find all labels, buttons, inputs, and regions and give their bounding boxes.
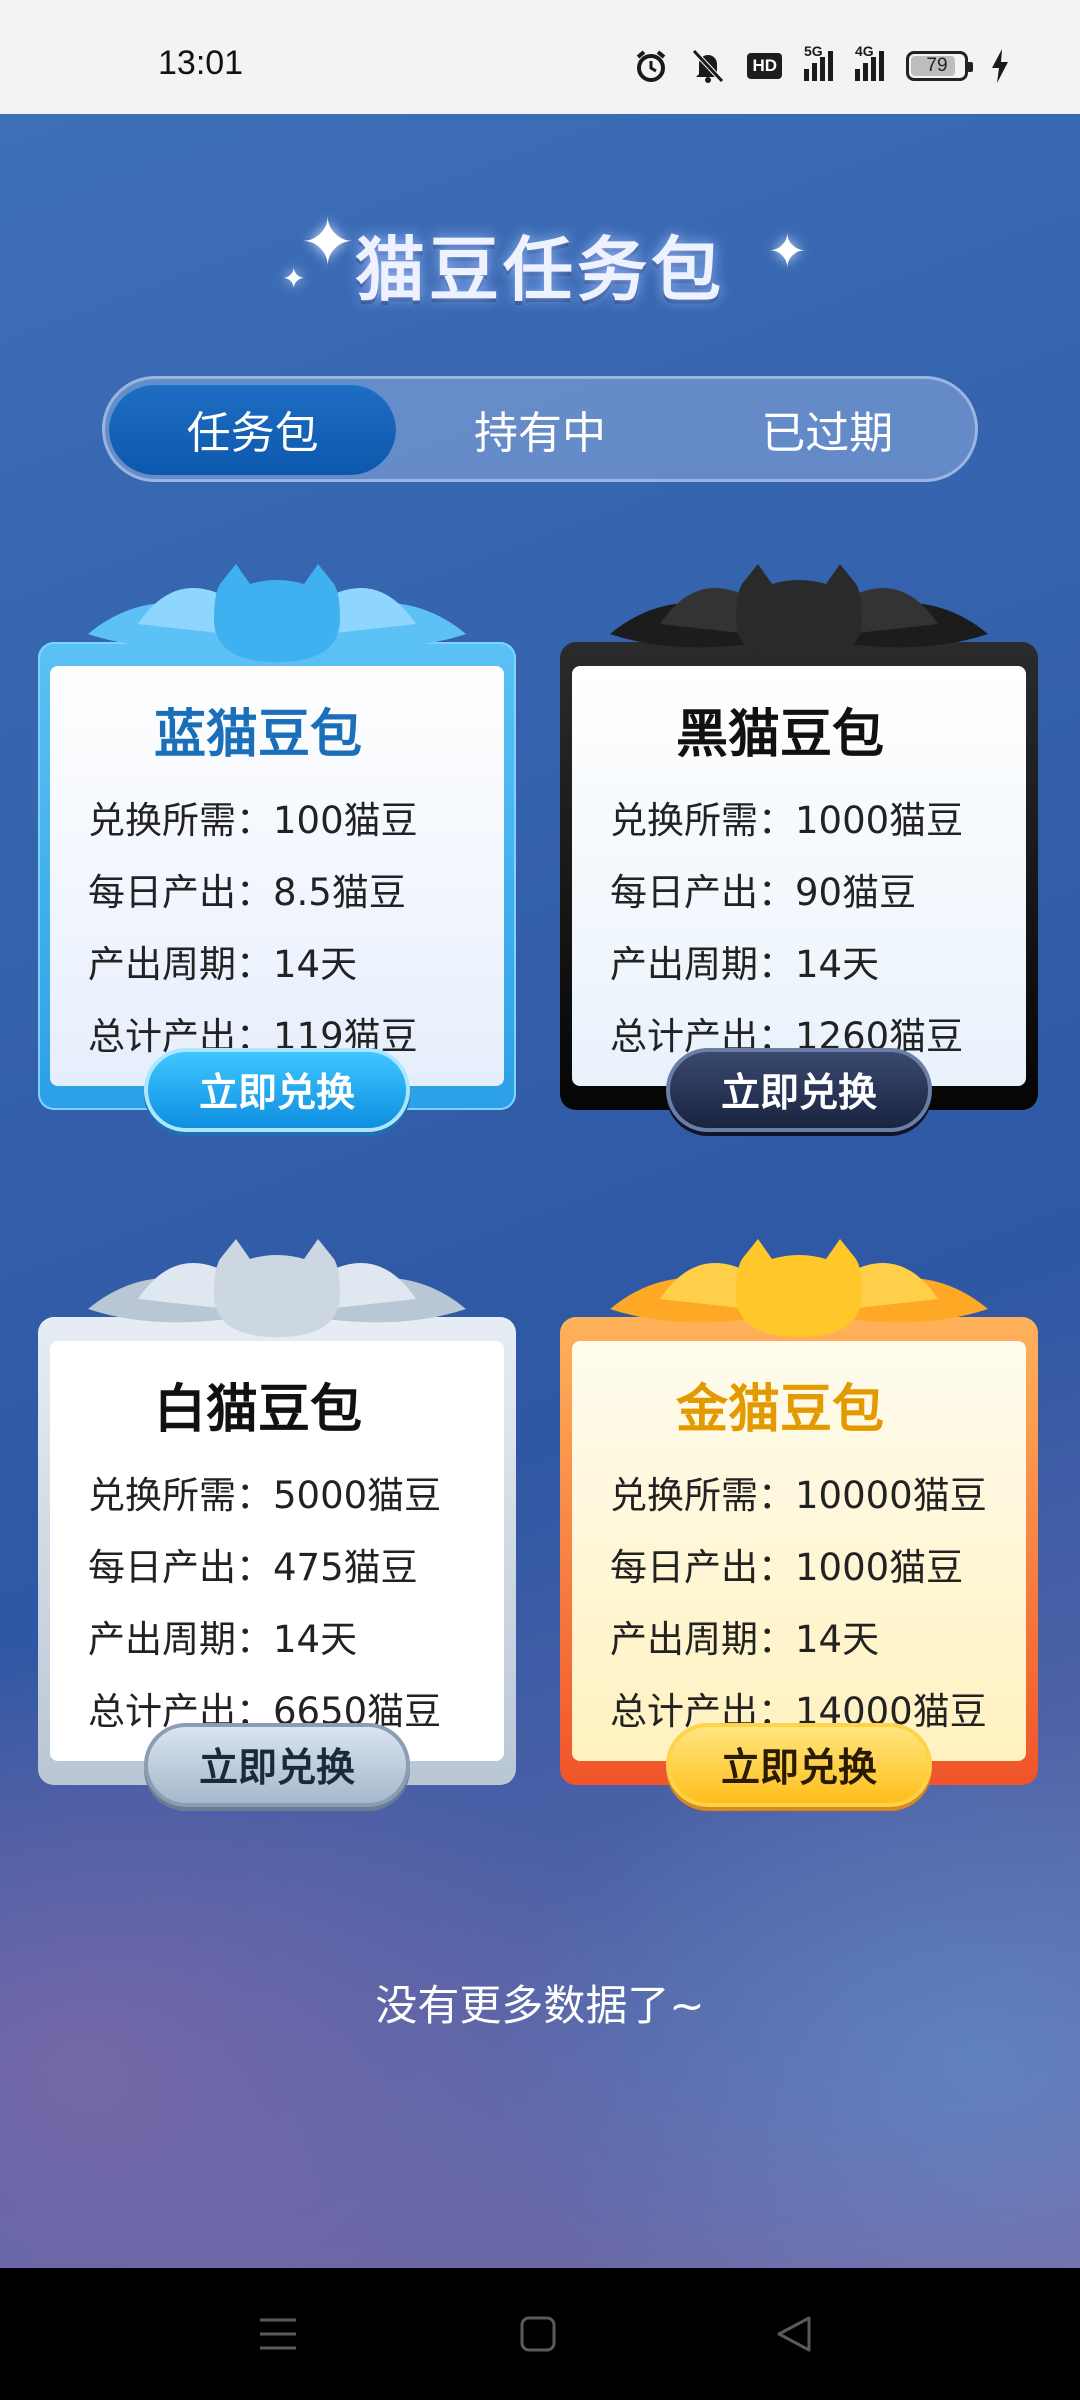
status-time: 13:01 [158,44,244,82]
cat-bow-icon [88,564,466,662]
tab-task-packs[interactable]: 任务包 [109,383,397,475]
card-title: 金猫豆包 [675,1380,884,1440]
task-pack-card-blue: 蓝猫豆包 兑换所需：100猫豆 每日产出：8.5猫豆 产出周期：14天 总计产出… [38,564,516,1132]
card-cost: 兑换所需：1000猫豆 [610,799,964,842]
card-title: 蓝猫豆包 [153,705,362,765]
alarm-icon [633,48,669,84]
no-more-data-text: 没有更多数据了~ [375,1981,705,2030]
main-content: ✦ ✦ ✦ 猫豆任务包 任务包 持有中 已过期 蓝猫豆包 兑换所需：100猫豆 … [0,114,1080,2268]
mute-bell-icon [691,48,725,84]
card-period: 产出周期：14天 [88,943,358,986]
redeem-button[interactable]: 立即兑换 [666,1048,932,1132]
battery-icon: 79 [906,48,973,84]
redeem-button[interactable]: 立即兑换 [666,1723,932,1807]
5g-signal-icon: 5G [804,43,833,84]
redeem-button[interactable]: 立即兑换 [144,1723,410,1807]
charging-icon [990,48,1010,84]
menu-icon[interactable] [248,2304,308,2364]
card-daily-output: 每日产出：1000猫豆 [610,1546,964,1589]
card-period: 产出周期：14天 [610,943,880,986]
card-period: 产出周期：14天 [610,1618,880,1661]
card-cost: 兑换所需：10000猫豆 [610,1474,987,1517]
task-pack-card-black: 黑猫豆包 兑换所需：1000猫豆 每日产出：90猫豆 产出周期：14天 总计产出… [560,564,1038,1132]
status-icons: HD 5G 4G 79 [633,43,1010,84]
cat-bow-icon [88,1239,466,1337]
system-nav-bar [0,2268,1080,2400]
task-pack-card-gold: 金猫豆包 兑换所需：10000猫豆 每日产出：1000猫豆 产出周期：14天 总… [560,1239,1038,1807]
redeem-button[interactable]: 立即兑换 [144,1048,410,1132]
task-pack-card-white: 白猫豆包 兑换所需：5000猫豆 每日产出：475猫豆 产出周期：14天 总计产… [38,1239,516,1807]
status-bar: 13:01 HD 5G 4G 79 [0,0,1080,114]
card-daily-output: 每日产出：475猫豆 [88,1546,418,1589]
card-cost: 兑换所需：100猫豆 [88,799,418,842]
tab-expired[interactable]: 已过期 [684,383,971,475]
card-period: 产出周期：14天 [88,1618,358,1661]
cat-bow-icon [610,564,988,662]
tab-holding[interactable]: 持有中 [396,383,683,475]
cat-bow-icon [610,1239,988,1337]
back-icon[interactable] [764,2304,824,2364]
home-icon[interactable] [508,2304,568,2364]
4g-signal-icon: 4G [855,43,884,84]
page-title: 猫豆任务包 [355,229,725,311]
card-daily-output: 每日产出：8.5猫豆 [88,871,406,914]
tab-bar: 任务包 持有中 已过期 [102,376,978,482]
card-cost: 兑换所需：5000猫豆 [88,1474,442,1517]
card-title: 白猫豆包 [153,1380,362,1440]
hd-voice-icon: HD [747,48,782,84]
card-title: 黑猫豆包 [675,705,884,765]
card-daily-output: 每日产出：90猫豆 [610,871,917,914]
